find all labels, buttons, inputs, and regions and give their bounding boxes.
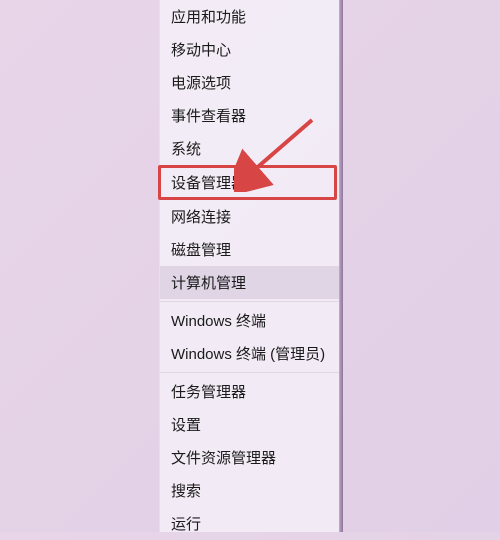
menu-item-label: 计算机管理	[171, 272, 246, 293]
menu-item-label: 应用和功能	[171, 6, 246, 27]
menu-item-disk-management[interactable]: 磁盘管理	[160, 233, 339, 266]
menu-item-label: 系统	[171, 138, 201, 159]
menu-item-file-explorer[interactable]: 文件资源管理器	[160, 441, 339, 474]
menu-item-network-connections[interactable]: 网络连接	[160, 200, 339, 233]
menu-item-label: 移动中心	[171, 39, 231, 60]
menu-item-system[interactable]: 系统	[160, 132, 339, 165]
menu-item-label: 任务管理器	[171, 381, 246, 402]
menu-right-edge	[339, 0, 343, 532]
menu-separator	[160, 301, 339, 302]
menu-item-windows-terminal[interactable]: Windows 终端	[160, 304, 339, 337]
menu-item-run[interactable]: 运行	[160, 507, 339, 540]
menu-separator	[160, 372, 339, 373]
menu-item-windows-terminal-admin[interactable]: Windows 终端 (管理员)	[160, 337, 339, 370]
menu-item-label: 设备管理器	[171, 172, 246, 193]
menu-item-label: Windows 终端	[171, 310, 266, 331]
menu-item-power-options[interactable]: 电源选项	[160, 66, 339, 99]
menu-item-label: 磁盘管理	[171, 239, 231, 260]
menu-item-event-viewer[interactable]: 事件查看器	[160, 99, 339, 132]
winx-menu: 应用和功能 移动中心 电源选项 事件查看器 系统 设备管理器 网络连接 磁盘管理…	[159, 0, 340, 532]
menu-item-mobility-center[interactable]: 移动中心	[160, 33, 339, 66]
menu-item-label: 事件查看器	[171, 105, 246, 126]
menu-item-settings[interactable]: 设置	[160, 408, 339, 441]
menu-item-computer-management[interactable]: 计算机管理	[160, 266, 339, 299]
menu-item-apps-and-features[interactable]: 应用和功能	[160, 0, 339, 33]
menu-item-search[interactable]: 搜索	[160, 474, 339, 507]
menu-item-label: 电源选项	[171, 72, 231, 93]
menu-item-label: 网络连接	[171, 206, 231, 227]
menu-item-label: 搜索	[171, 480, 201, 501]
menu-item-label: 设置	[171, 414, 201, 435]
menu-item-device-manager[interactable]: 设备管理器	[158, 165, 337, 200]
menu-item-task-manager[interactable]: 任务管理器	[160, 375, 339, 408]
menu-item-label: 文件资源管理器	[171, 447, 276, 468]
menu-item-label: 运行	[171, 513, 201, 534]
menu-item-label: Windows 终端 (管理员)	[171, 343, 325, 364]
